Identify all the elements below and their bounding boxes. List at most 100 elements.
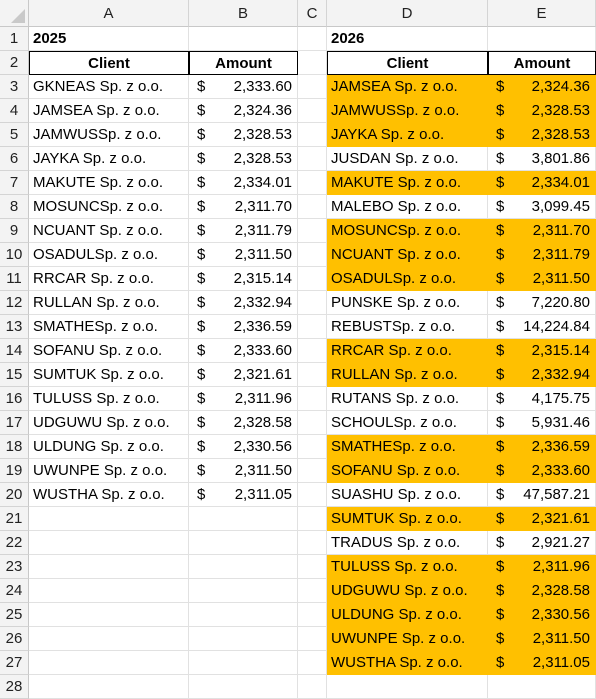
cell[interactable] xyxy=(189,531,298,555)
table_2025-client-cell[interactable]: TULUSS Sp. z o.o. xyxy=(29,387,189,411)
table_2026-amount-cell[interactable]: $2,311.70 xyxy=(488,219,596,243)
row-header-16[interactable]: 16 xyxy=(0,387,29,411)
table_2025-amount-cell[interactable]: $2,324.36 xyxy=(189,99,298,123)
cell[interactable] xyxy=(189,555,298,579)
row-header-14[interactable]: 14 xyxy=(0,339,29,363)
table_2025-amount-cell[interactable]: $2,311.96 xyxy=(189,387,298,411)
table_2025-client-cell[interactable]: GKNEAS Sp. z o.o. xyxy=(29,75,189,99)
row-header-20[interactable]: 20 xyxy=(0,483,29,507)
cell[interactable] xyxy=(298,555,327,579)
table_2026-client-cell[interactable]: SOFANU Sp. z o.o. xyxy=(327,459,488,483)
table_2025-header-client[interactable]: Client xyxy=(29,51,189,75)
table_2026-amount-cell[interactable]: $2,330.56 xyxy=(488,603,596,627)
row-header-1[interactable]: 1 xyxy=(0,27,29,51)
table_2025-amount-cell[interactable]: $2,315.14 xyxy=(189,267,298,291)
table_2026-amount-cell[interactable]: $2,321.61 xyxy=(488,507,596,531)
cell[interactable] xyxy=(298,75,327,99)
table_2026-amount-cell[interactable]: $2,328.53 xyxy=(488,99,596,123)
table_2026-amount-cell[interactable]: $2,311.50 xyxy=(488,627,596,651)
table_2026-client-cell[interactable]: SUMTUK Sp. z o.o. xyxy=(327,507,488,531)
cell[interactable] xyxy=(298,267,327,291)
cell[interactable] xyxy=(298,27,327,51)
table_2025-client-cell[interactable]: RULLAN Sp. z o.o. xyxy=(29,291,189,315)
cell[interactable] xyxy=(298,387,327,411)
table_2026-amount-cell[interactable]: $2,315.14 xyxy=(488,339,596,363)
column-header-d[interactable]: D xyxy=(327,0,488,27)
table_2026-client-cell[interactable]: UWUNPE Sp. z o.o. xyxy=(327,627,488,651)
cell[interactable] xyxy=(298,243,327,267)
cell[interactable] xyxy=(189,675,298,699)
cell[interactable] xyxy=(298,507,327,531)
table_2026-client-cell[interactable]: NCUANT Sp. z o.o. xyxy=(327,243,488,267)
table_2025-client-cell[interactable]: SMATHESp. z o.o. xyxy=(29,315,189,339)
row-header-12[interactable]: 12 xyxy=(0,291,29,315)
table_2025-amount-cell[interactable]: $2,328.53 xyxy=(189,123,298,147)
table_2026-client-cell[interactable]: SUASHU Sp. z o.o. xyxy=(327,483,488,507)
table_2026-client-cell[interactable]: ULDUNG Sp. z o.o. xyxy=(327,603,488,627)
cell[interactable] xyxy=(189,603,298,627)
table_2026-amount-cell[interactable]: $2,328.58 xyxy=(488,579,596,603)
cell[interactable] xyxy=(298,99,327,123)
table_2025-amount-cell[interactable]: $2,333.60 xyxy=(189,339,298,363)
table_2026-client-cell[interactable]: OSADULSp. z o.o. xyxy=(327,267,488,291)
cell[interactable] xyxy=(189,651,298,675)
row-header-22[interactable]: 22 xyxy=(0,531,29,555)
row-header-6[interactable]: 6 xyxy=(0,147,29,171)
table_2026-amount-cell[interactable]: $5,931.46 xyxy=(488,411,596,435)
cell[interactable] xyxy=(298,315,327,339)
table_2026-client-cell[interactable]: MALEBO Sp. z o.o. xyxy=(327,195,488,219)
table_2026-amount-cell[interactable]: $7,220.80 xyxy=(488,291,596,315)
table_2026-amount-cell[interactable]: $2,336.59 xyxy=(488,435,596,459)
cell[interactable] xyxy=(189,627,298,651)
table_2026-client-cell[interactable]: JUSDAN Sp. z o.o. xyxy=(327,147,488,171)
cell[interactable] xyxy=(298,459,327,483)
table_2025-client-cell[interactable]: MAKUTE Sp. z o.o. xyxy=(29,171,189,195)
table_2025-client-cell[interactable]: WUSTHA Sp. z o.o. xyxy=(29,483,189,507)
table_2026-amount-cell[interactable]: $3,801.86 xyxy=(488,147,596,171)
table_2026-amount-cell[interactable]: $2,334.01 xyxy=(488,171,596,195)
row-header-24[interactable]: 24 xyxy=(0,579,29,603)
table_2026-client-cell[interactable]: SCHOULSp. z o.o. xyxy=(327,411,488,435)
table_2025-client-cell[interactable]: OSADULSp. z o.o. xyxy=(29,243,189,267)
table_2026-client-cell[interactable]: RRCAR Sp. z o.o. xyxy=(327,339,488,363)
cell[interactable] xyxy=(29,579,189,603)
cell[interactable] xyxy=(29,675,189,699)
row-header-3[interactable]: 3 xyxy=(0,75,29,99)
cell[interactable] xyxy=(29,507,189,531)
table_2026-amount-cell[interactable]: $2,324.36 xyxy=(488,75,596,99)
table_2026-header-amount[interactable]: Amount xyxy=(488,51,596,75)
cell[interactable] xyxy=(298,219,327,243)
table_2025-amount-cell[interactable]: $2,311.79 xyxy=(189,219,298,243)
cell[interactable] xyxy=(298,651,327,675)
cell[interactable] xyxy=(29,651,189,675)
table_2026-amount-cell[interactable]: $4,175.75 xyxy=(488,387,596,411)
select-all-corner[interactable] xyxy=(0,0,29,27)
table_2026-amount-cell[interactable]: $14,224.84 xyxy=(488,315,596,339)
table_2026-amount-cell[interactable]: $2,311.79 xyxy=(488,243,596,267)
row-header-15[interactable]: 15 xyxy=(0,363,29,387)
cell[interactable] xyxy=(298,675,327,699)
row-header-28[interactable]: 28 xyxy=(0,675,29,699)
cell[interactable] xyxy=(189,27,298,51)
row-header-21[interactable]: 21 xyxy=(0,507,29,531)
table_2025-amount-cell[interactable]: $2,333.60 xyxy=(189,75,298,99)
table_2026-client-cell[interactable]: RULLAN Sp. z o.o. xyxy=(327,363,488,387)
table_2025-client-cell[interactable]: NCUANT Sp. z o.o. xyxy=(29,219,189,243)
cell[interactable] xyxy=(298,51,327,75)
table_2026-title[interactable]: 2026 xyxy=(327,27,488,51)
cell[interactable] xyxy=(298,579,327,603)
table_2025-client-cell[interactable]: JAMSEA Sp. z o.o. xyxy=(29,99,189,123)
row-header-11[interactable]: 11 xyxy=(0,267,29,291)
cell[interactable] xyxy=(298,603,327,627)
table_2025-client-cell[interactable]: MOSUNCSp. z o.o. xyxy=(29,195,189,219)
row-header-26[interactable]: 26 xyxy=(0,627,29,651)
cell[interactable] xyxy=(298,147,327,171)
table_2025-client-cell[interactable]: UDGUWU Sp. z o.o. xyxy=(29,411,189,435)
cell[interactable] xyxy=(298,363,327,387)
cell[interactable] xyxy=(298,531,327,555)
table_2026-amount-cell[interactable]: $47,587.21 xyxy=(488,483,596,507)
table_2026-client-cell[interactable]: TULUSS Sp. z o.o. xyxy=(327,555,488,579)
row-header-19[interactable]: 19 xyxy=(0,459,29,483)
row-header-9[interactable]: 9 xyxy=(0,219,29,243)
row-header-8[interactable]: 8 xyxy=(0,195,29,219)
